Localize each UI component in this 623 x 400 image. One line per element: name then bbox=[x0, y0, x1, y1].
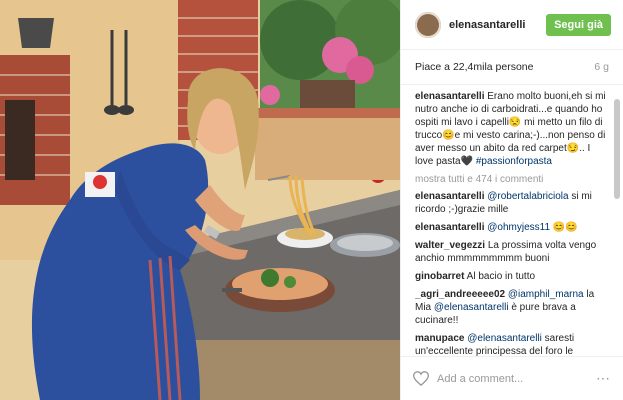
comment-item: manupace @elenasantarelli saresti un'ecc… bbox=[415, 332, 609, 356]
post-header: elenasantarelli Segui già bbox=[401, 0, 623, 50]
post-photo[interactable] bbox=[0, 0, 400, 400]
comment-mention-2[interactable]: @elenasantarelli bbox=[434, 302, 509, 313]
comment-item: elenasantarelli @robertalabriciola si mi… bbox=[415, 190, 609, 216]
comment-user[interactable]: elenasantarelli bbox=[415, 222, 484, 233]
comment-user[interactable]: _agri_andreeeee02 bbox=[415, 289, 505, 300]
comment-user[interactable]: manupace bbox=[415, 333, 464, 344]
hashtag[interactable]: #passionforpasta bbox=[476, 156, 552, 167]
comment-mention[interactable]: @elenasantarelli bbox=[467, 333, 542, 344]
post-age[interactable]: 6 g bbox=[594, 61, 609, 73]
comment-item: _agri_andreeeee02 @iamphil_marna la Mia … bbox=[415, 288, 609, 327]
caption: elenasantarelli Erano molto buoni,eh si … bbox=[415, 90, 609, 168]
avatar[interactable] bbox=[415, 11, 441, 38]
caption-user[interactable]: elenasantarelli bbox=[415, 91, 484, 102]
photo-illustration bbox=[0, 0, 400, 400]
comment-mention[interactable]: @robertalabriciola bbox=[487, 191, 568, 202]
comment-user[interactable]: walter_vegezzi bbox=[415, 240, 485, 251]
view-all-comments[interactable]: mostra tutti e 474 i commenti bbox=[415, 174, 609, 185]
username[interactable]: elenasantarelli bbox=[449, 19, 546, 31]
follow-button[interactable]: Segui già bbox=[546, 13, 611, 36]
comment-user[interactable]: ginobarret bbox=[415, 271, 464, 282]
comment-item: elenasantarelli @ohmyjess11 😊😊 bbox=[415, 221, 609, 234]
comments-scrollbar[interactable] bbox=[614, 99, 620, 199]
post-side-panel: elenasantarelli Segui già Piace a 22,4mi… bbox=[400, 0, 623, 400]
comment-item: walter_vegezzi La prossima volta vengo a… bbox=[415, 239, 609, 265]
comment-mention[interactable]: @iamphil_marna bbox=[508, 289, 584, 300]
heart-icon[interactable] bbox=[413, 371, 429, 386]
comment-text: 😊😊 bbox=[550, 222, 578, 233]
more-options-icon[interactable]: ⋯ bbox=[596, 370, 611, 387]
comment-footer: Add a comment... ⋯ bbox=[401, 356, 623, 400]
likes-row: Piace a 22,4mila persone 6 g bbox=[401, 50, 623, 84]
comment-item: ginobarret Al bacio in tutto bbox=[415, 270, 609, 283]
comments-list[interactable]: elenasantarelli Erano molto buoni,eh si … bbox=[401, 84, 623, 356]
add-comment-input[interactable]: Add a comment... bbox=[437, 373, 596, 385]
comment-text: Al bacio in tutto bbox=[464, 271, 536, 282]
likes-count[interactable]: Piace a 22,4mila persone bbox=[415, 61, 534, 73]
comment-user[interactable]: elenasantarelli bbox=[415, 191, 484, 202]
comment-mention[interactable]: @ohmyjess11 bbox=[487, 222, 550, 233]
instagram-post: elenasantarelli Segui già Piace a 22,4mi… bbox=[0, 0, 623, 400]
